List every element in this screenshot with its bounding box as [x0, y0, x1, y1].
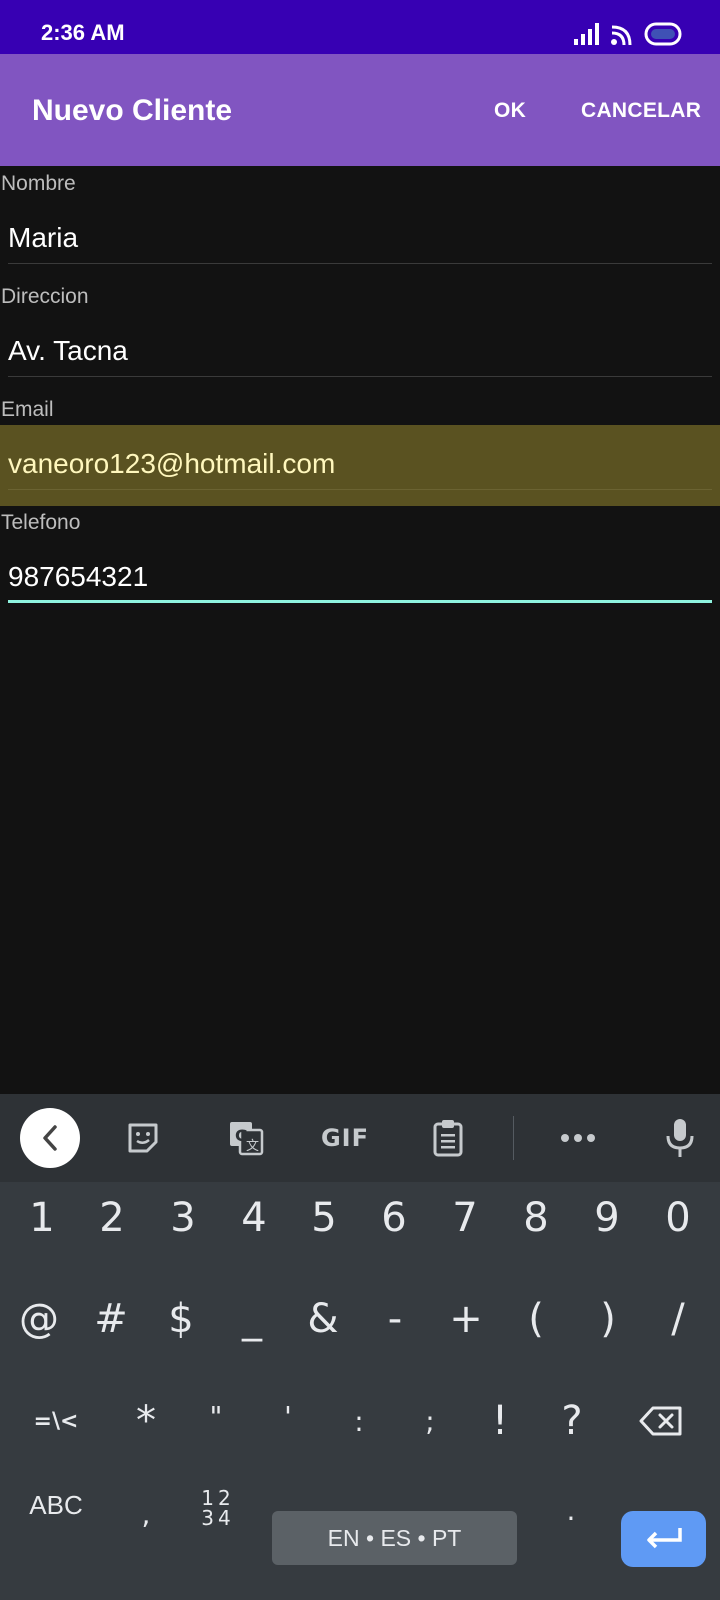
- key-dollar[interactable]: $: [145, 1279, 217, 1359]
- numpad-bottom-label: 34: [201, 1506, 235, 1530]
- svg-text:文: 文: [246, 1139, 259, 1154]
- key-0[interactable]: 0: [642, 1178, 714, 1258]
- backspace-key[interactable]: [625, 1381, 697, 1461]
- key-6[interactable]: 6: [358, 1178, 430, 1258]
- key-at[interactable]: @: [3, 1279, 75, 1359]
- microphone-icon: [666, 1119, 694, 1157]
- key-period[interactable]: .: [535, 1470, 607, 1550]
- status-time: 2:36 AM: [41, 20, 125, 45]
- more-horizontal-icon: [561, 1134, 595, 1142]
- translate-button[interactable]: G 文: [216, 1108, 276, 1168]
- key-comma[interactable]: ,: [110, 1474, 182, 1554]
- nombre-input[interactable]: Maria: [8, 214, 712, 264]
- status-bar: 2:36 AM: [0, 0, 720, 54]
- key-underscore[interactable]: _: [216, 1279, 288, 1359]
- nombre-value: Maria: [8, 222, 79, 253]
- telefono-input[interactable]: 987654321: [8, 553, 712, 603]
- sticker-icon: [128, 1123, 158, 1153]
- key-1[interactable]: 1: [6, 1178, 78, 1258]
- toolbar-divider: [513, 1116, 514, 1160]
- backspace-icon: [639, 1406, 682, 1436]
- key-plus[interactable]: +: [430, 1279, 502, 1359]
- email-value: vaneoro123@hotmail.com: [8, 448, 336, 479]
- key-minus[interactable]: -: [359, 1279, 431, 1359]
- key-ampersand[interactable]: &: [287, 1279, 359, 1359]
- nombre-label: Nombre: [1, 172, 76, 195]
- space-key[interactable]: EN • ES • PT: [272, 1511, 517, 1565]
- sticker-button[interactable]: [113, 1108, 173, 1168]
- key-3[interactable]: 3: [147, 1178, 219, 1258]
- key-question[interactable]: ?: [536, 1381, 608, 1461]
- enter-key[interactable]: [621, 1511, 706, 1567]
- wifi-icon: [611, 25, 632, 45]
- key-single-quote[interactable]: ': [252, 1376, 324, 1456]
- page-title: Nuevo Cliente: [32, 94, 233, 127]
- app-bar: Nuevo Cliente OK CANCELAR: [0, 54, 720, 166]
- telefono-value: 987654321: [8, 561, 149, 592]
- key-exclamation[interactable]: !: [464, 1381, 536, 1461]
- enter-icon: [646, 1528, 682, 1549]
- cancel-button[interactable]: CANCELAR: [581, 99, 701, 123]
- signal-icon: [574, 23, 599, 45]
- key-more-symbols[interactable]: =\<: [20, 1381, 92, 1461]
- ok-button[interactable]: OK: [494, 99, 526, 123]
- direccion-value: Av. Tacna: [8, 335, 128, 366]
- voice-input-button[interactable]: [650, 1108, 710, 1168]
- key-slash[interactable]: /: [642, 1279, 714, 1359]
- gif-label: GIF: [320, 1124, 370, 1152]
- key-7[interactable]: 7: [429, 1178, 501, 1258]
- telefono-label: Telefono: [1, 511, 81, 534]
- clipboard-button[interactable]: [418, 1108, 478, 1168]
- chevron-left-icon: [43, 1125, 57, 1151]
- key-close-paren[interactable]: ): [572, 1279, 644, 1359]
- direccion-input[interactable]: Av. Tacna: [8, 327, 712, 377]
- key-colon[interactable]: :: [323, 1381, 395, 1461]
- battery-icon: [644, 22, 682, 46]
- abc-key[interactable]: ABC: [20, 1465, 92, 1545]
- status-icons: [574, 20, 682, 48]
- more-button[interactable]: [548, 1108, 608, 1168]
- keyboard-back-button[interactable]: [20, 1108, 80, 1168]
- gif-button[interactable]: GIF: [315, 1108, 375, 1168]
- direccion-label: Direccion: [1, 285, 89, 308]
- key-9[interactable]: 9: [571, 1178, 643, 1258]
- soft-keyboard: G 文 GIF 1 2 3 4 5 6 7 8 9 0 @ # $ _ & - …: [0, 1094, 720, 1600]
- key-double-quote[interactable]: ": [180, 1376, 252, 1456]
- translate-icon: G 文: [230, 1122, 264, 1156]
- numpad-key[interactable]: 12 34: [182, 1468, 254, 1548]
- key-asterisk[interactable]: *: [110, 1381, 182, 1461]
- email-label: Email: [1, 398, 54, 421]
- key-8[interactable]: 8: [500, 1178, 572, 1258]
- key-5[interactable]: 5: [288, 1178, 360, 1258]
- email-input[interactable]: vaneoro123@hotmail.com: [8, 440, 712, 490]
- key-2[interactable]: 2: [76, 1178, 148, 1258]
- numpad-top-label: 12: [201, 1486, 235, 1510]
- key-hash[interactable]: #: [75, 1279, 147, 1359]
- keyboard-toolbar: G 文 GIF: [0, 1094, 720, 1182]
- clipboard-icon: [433, 1120, 463, 1157]
- key-open-paren[interactable]: (: [500, 1279, 572, 1359]
- key-semicolon[interactable]: ;: [394, 1381, 466, 1461]
- key-4[interactable]: 4: [218, 1178, 290, 1258]
